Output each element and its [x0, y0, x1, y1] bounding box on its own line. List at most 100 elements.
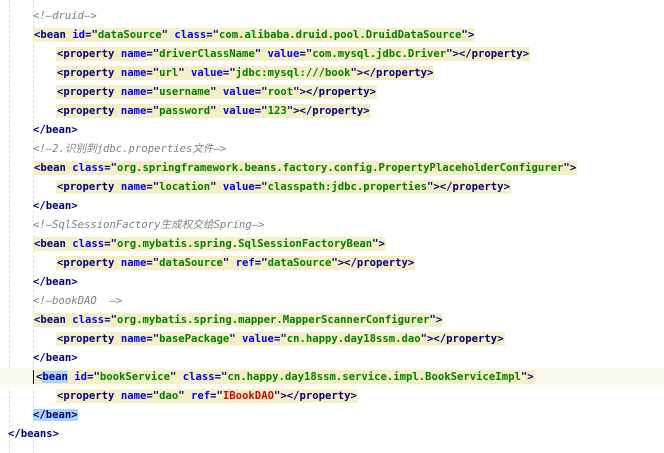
attr-punct: " [170, 371, 177, 383]
xml-attr-name: name [120, 67, 147, 79]
tag-close: ></property> [427, 333, 504, 345]
code-line[interactable]: </bean> [0, 406, 664, 425]
xml-element: <property name="password" value="123"></… [56, 104, 371, 118]
xml-attr-name: class [182, 371, 215, 383]
tag-close: ></property> [356, 67, 434, 79]
code-line[interactable]: <property name="driverClassName" value="… [0, 45, 664, 64]
attr-punct: =" [146, 48, 160, 60]
xml-attr-name: name [120, 86, 147, 98]
code-line[interactable]: <bean id="dataSource" class="com.alibaba… [0, 26, 664, 45]
code-line[interactable]: <property name="password" value="123"></… [0, 102, 664, 121]
xml-attr-name: value [222, 105, 255, 117]
code-line[interactable]: </bean> [0, 121, 664, 140]
xml-element: <property name="location" value="classpa… [56, 180, 511, 194]
attr-punct: =" [222, 67, 236, 79]
code-line-content: <!—druid—> [33, 7, 97, 26]
tag-close: > [435, 314, 443, 326]
tag-close: > [569, 162, 577, 174]
tag-close: ></property> [280, 390, 357, 402]
xml-attr-name: id [72, 29, 86, 41]
xml-tag-name: property [63, 181, 115, 193]
tag-close: > [527, 371, 534, 383]
attr-punct: =" [104, 314, 117, 326]
attr-punct: =" [85, 29, 98, 41]
xml-end-tag: </beans> [8, 428, 60, 440]
code-line[interactable]: <bean class="org.mybatis.spring.mapper.M… [0, 311, 664, 330]
xml-attr-name: class [72, 238, 105, 250]
xml-attr-name: name [120, 105, 147, 117]
xml-element: <property name="dataSource" ref="dataSou… [56, 256, 416, 270]
xml-element: <bean class="org.mybatis.spring.SqlSessi… [33, 237, 386, 251]
xml-attr-name: value [267, 48, 300, 60]
attr-punct: =" [273, 333, 287, 345]
xml-comment: <!—bookDAO —> [33, 295, 123, 307]
xml-attr-name: value [222, 86, 255, 98]
code-line[interactable]: <!—2.识别到jdbc.properties文件—> [0, 140, 664, 159]
xml-attr-value: 123 [267, 105, 287, 117]
xml-attr-value: org.mybatis.spring.SqlSessionFactoryBean [116, 238, 373, 250]
xml-attr-value: com.alibaba.druid.pool.DruidDataSource [219, 29, 462, 41]
xml-attr-value: url [159, 67, 179, 79]
code-line-content: <property name="password" value="123"></… [56, 102, 371, 121]
code-line-content: <bean id="dataSource" class="com.alibaba… [33, 26, 476, 45]
code-line[interactable]: <bean class="org.mybatis.spring.SqlSessi… [0, 235, 664, 254]
xml-element: <property name="url" value="jdbc:mysql:/… [56, 66, 435, 80]
xml-element: <property name="driverClassName" value="… [56, 47, 531, 61]
code-line[interactable]: <property name="location" value="classpa… [0, 178, 664, 197]
tag-close: ></property> [337, 257, 415, 269]
code-line[interactable]: </bean> [0, 349, 664, 368]
xml-attr-value: bookService [99, 371, 170, 383]
code-line[interactable]: <property name="dao" ref="IBookDAO"></pr… [0, 387, 664, 406]
xml-attr-name: value [242, 333, 274, 345]
xml-attr-value: driverClassName [159, 48, 255, 60]
xml-attr-value: cn.happy.day18ssm.dao [286, 333, 421, 345]
code-editor[interactable]: <!—druid—> <bean id="dataSource" class="c… [0, 0, 664, 453]
code-line[interactable]: <property name="dataSource" ref="dataSou… [0, 254, 664, 273]
tag-close: ></property> [299, 86, 377, 98]
xml-tag-name: bean [40, 238, 66, 250]
code-line[interactable]: <!—SqlSessionFactory生成权交给Spring—> [0, 216, 664, 235]
xml-attr-name: name [120, 257, 147, 269]
code-line-content: <property name="basePackage" value="cn.h… [56, 330, 505, 349]
code-line[interactable]: </bean> [0, 273, 664, 292]
tag-close: ></property> [452, 48, 530, 60]
xml-tag-name: property [63, 105, 115, 117]
attr-punct: =" [104, 238, 117, 250]
xml-attr-value: jdbc:mysql:///book [235, 67, 351, 79]
code-line-content: </bean> [33, 273, 78, 292]
code-line[interactable]: <!—druid—> [0, 7, 664, 26]
code-line-content: <!—2.识别到jdbc.properties文件—> [33, 140, 226, 159]
attr-punct: " [161, 29, 168, 41]
attr-punct: =" [104, 162, 117, 174]
code-line-content: </bean> [33, 121, 78, 140]
xml-attr-value: basePackage [159, 333, 230, 345]
code-line[interactable]: </bean> [0, 197, 664, 216]
code-line[interactable]: <!—bookDAO —> [0, 292, 664, 311]
xml-attr-name: value [191, 67, 223, 79]
attr-punct: " [210, 86, 217, 98]
xml-end-tag: </bean> [33, 200, 78, 212]
xml-tag-name: property [63, 86, 115, 98]
xml-attr-value: org.springframework.beans.factory.config… [116, 162, 564, 174]
code-line-content: <bean class="org.springframework.beans.f… [33, 159, 578, 178]
attr-punct: =" [254, 257, 268, 269]
xml-element: <bean class="org.mybatis.spring.mapper.M… [33, 313, 444, 327]
code-line-content: <property name="url" value="jdbc:mysql:/… [56, 64, 435, 83]
xml-end-tag: </bean> [33, 124, 78, 136]
xml-element: <bean class="org.springframework.beans.f… [33, 161, 578, 175]
code-line-content: <property name="dataSource" ref="dataSou… [56, 254, 416, 273]
code-line[interactable]: <bean id="bookService" class="cn.happy.d… [0, 368, 664, 387]
code-line[interactable]: <bean class="org.springframework.beans.f… [0, 159, 664, 178]
xml-attr-name: name [120, 48, 147, 60]
attr-punct: " [178, 67, 185, 79]
code-line[interactable]: </beans> [0, 425, 664, 444]
attr-punct: " [254, 48, 262, 60]
code-line[interactable]: <property name="url" value="jdbc:mysql:/… [0, 64, 664, 83]
code-line[interactable]: <property name="basePackage" value="cn.h… [0, 330, 664, 349]
xml-tag-name: property [63, 67, 115, 79]
code-line-content: <bean class="org.mybatis.spring.SqlSessi… [33, 235, 386, 254]
xml-attr-value: org.mybatis.spring.mapper.MapperScannerC… [116, 314, 430, 326]
code-line[interactable]: <property name="username" value="root"><… [0, 83, 664, 102]
xml-attr-value: username [159, 86, 211, 98]
xml-tag-name: bean [40, 162, 66, 174]
